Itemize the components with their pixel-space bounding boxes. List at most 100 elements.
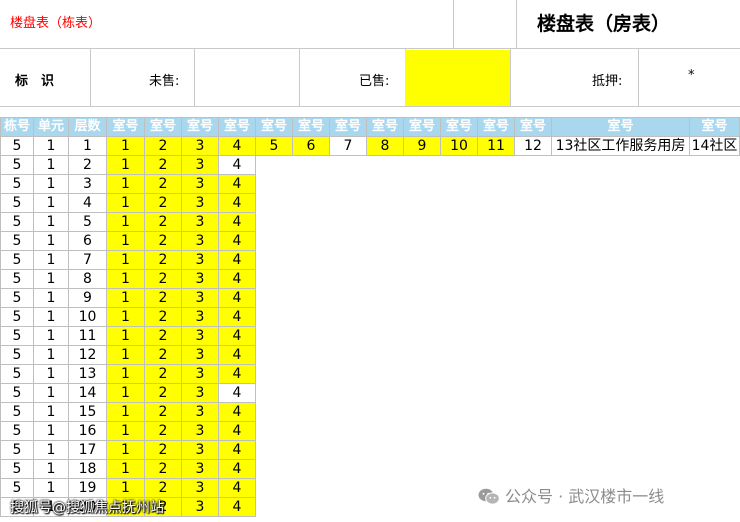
room-cell: 2 xyxy=(144,440,182,460)
empty-cell xyxy=(478,270,515,289)
room-cell: 14社区 xyxy=(689,136,740,156)
room-cell: 6 xyxy=(292,136,330,156)
watermark-right-text: 公众号 · 武汉楼市一线 xyxy=(505,487,665,506)
empty-cell xyxy=(515,422,552,441)
empty-cell xyxy=(441,422,478,441)
table-row: 5171234 xyxy=(0,250,740,270)
building-cell: 5 xyxy=(0,269,34,289)
floor-cell: 9 xyxy=(68,288,107,308)
unit-cell: 1 xyxy=(33,212,69,232)
sheet-header: 楼盘表（栋表） 楼盘表（房表） 标 识 未售: 已售: 抵押: * xyxy=(0,0,740,110)
table-row: 5 1 18 1 2 3 4 xyxy=(0,459,740,479)
empty-cell xyxy=(552,327,690,346)
empty-cell xyxy=(552,289,690,308)
unit-cell: 1 xyxy=(33,421,69,441)
empty-cell xyxy=(404,156,441,175)
empty-cell xyxy=(515,365,552,384)
empty-cell xyxy=(367,422,404,441)
empty-cell xyxy=(256,365,293,384)
floor-cell: 19 xyxy=(68,478,107,498)
room-cell: 4 xyxy=(218,402,256,422)
empty-cell xyxy=(256,346,293,365)
empty-cell xyxy=(478,327,515,346)
column-header: 室号 xyxy=(440,117,478,137)
unit-cell: 1 xyxy=(33,269,69,289)
empty-cell xyxy=(330,403,367,422)
room-cell: 4 xyxy=(218,136,256,156)
header-divider xyxy=(516,0,517,48)
empty-cell xyxy=(478,289,515,308)
floor-cell: 3 xyxy=(68,174,107,194)
empty-cell xyxy=(293,327,330,346)
wechat-icon xyxy=(478,488,500,505)
empty-cell xyxy=(441,232,478,251)
empty-cell xyxy=(690,289,740,308)
room-cell: 2 xyxy=(144,250,182,270)
empty-cell xyxy=(367,251,404,270)
empty-cell xyxy=(552,156,690,175)
building-cell: 5 xyxy=(0,155,34,175)
room-cell: 3 xyxy=(181,269,219,289)
watermark-left: 搜狐号@搜狐焦点抚州站 xyxy=(10,500,164,516)
floor-cell: 16 xyxy=(68,421,107,441)
empty-cell xyxy=(256,384,293,403)
empty-cell xyxy=(367,232,404,251)
room-cell: 2 xyxy=(144,383,182,403)
room-cell: 2 xyxy=(144,421,182,441)
empty-cell xyxy=(330,156,367,175)
empty-cell xyxy=(690,403,740,422)
empty-cell xyxy=(256,498,293,517)
table-row: 5191234 xyxy=(0,288,740,308)
empty-cell xyxy=(404,384,441,403)
empty-cell xyxy=(441,384,478,403)
room-cell: 2 xyxy=(144,174,182,194)
legend-mortgaged-label: 抵押: xyxy=(592,74,623,89)
room-cell: 1 xyxy=(106,136,145,156)
unit-cell: 1 xyxy=(33,478,69,498)
room-cell: 8 xyxy=(366,136,404,156)
empty-cell xyxy=(478,365,515,384)
header-divider xyxy=(510,48,511,106)
empty-cell xyxy=(330,365,367,384)
empty-cell xyxy=(293,251,330,270)
room-cell: 4 xyxy=(218,459,256,479)
column-header: 室号 xyxy=(551,117,690,137)
building-cell: 5 xyxy=(0,231,34,251)
building-cell: 5 xyxy=(0,383,34,403)
column-header: 室号 xyxy=(106,117,145,137)
unit-cell: 1 xyxy=(33,440,69,460)
empty-cell xyxy=(690,156,740,175)
page-title: 楼盘表（房表） xyxy=(537,13,671,35)
empty-cell xyxy=(404,479,441,498)
table-row: 5 1 17 1 2 3 4 xyxy=(0,440,740,460)
empty-cell xyxy=(441,441,478,460)
empty-cell xyxy=(552,175,690,194)
unit-cell: 1 xyxy=(33,155,69,175)
empty-cell xyxy=(404,403,441,422)
column-header: 室号 xyxy=(255,117,293,137)
sheet-title: 楼盘表（栋表） xyxy=(10,16,102,31)
room-cell: 1 xyxy=(106,250,145,270)
room-cell: 1 xyxy=(106,440,145,460)
empty-cell xyxy=(552,422,690,441)
empty-cell xyxy=(515,441,552,460)
room-cell: 2 xyxy=(144,345,182,365)
empty-cell xyxy=(330,327,367,346)
empty-cell xyxy=(478,460,515,479)
empty-cell xyxy=(478,422,515,441)
empty-cell xyxy=(293,441,330,460)
empty-cell xyxy=(441,194,478,213)
room-cell: 2 xyxy=(144,269,182,289)
room-cell: 1 xyxy=(106,174,145,194)
floor-cell: 11 xyxy=(68,326,107,346)
table-row: 5161234 xyxy=(0,231,740,251)
empty-cell xyxy=(515,384,552,403)
empty-cell xyxy=(515,403,552,422)
floor-cell: 14 xyxy=(68,383,107,403)
building-cell: 5 xyxy=(0,345,34,365)
room-cell: 3 xyxy=(181,136,219,156)
room-cell: 3 xyxy=(181,155,219,175)
room-cell: 7 xyxy=(329,136,367,156)
empty-cell xyxy=(367,460,404,479)
empty-cell xyxy=(330,289,367,308)
